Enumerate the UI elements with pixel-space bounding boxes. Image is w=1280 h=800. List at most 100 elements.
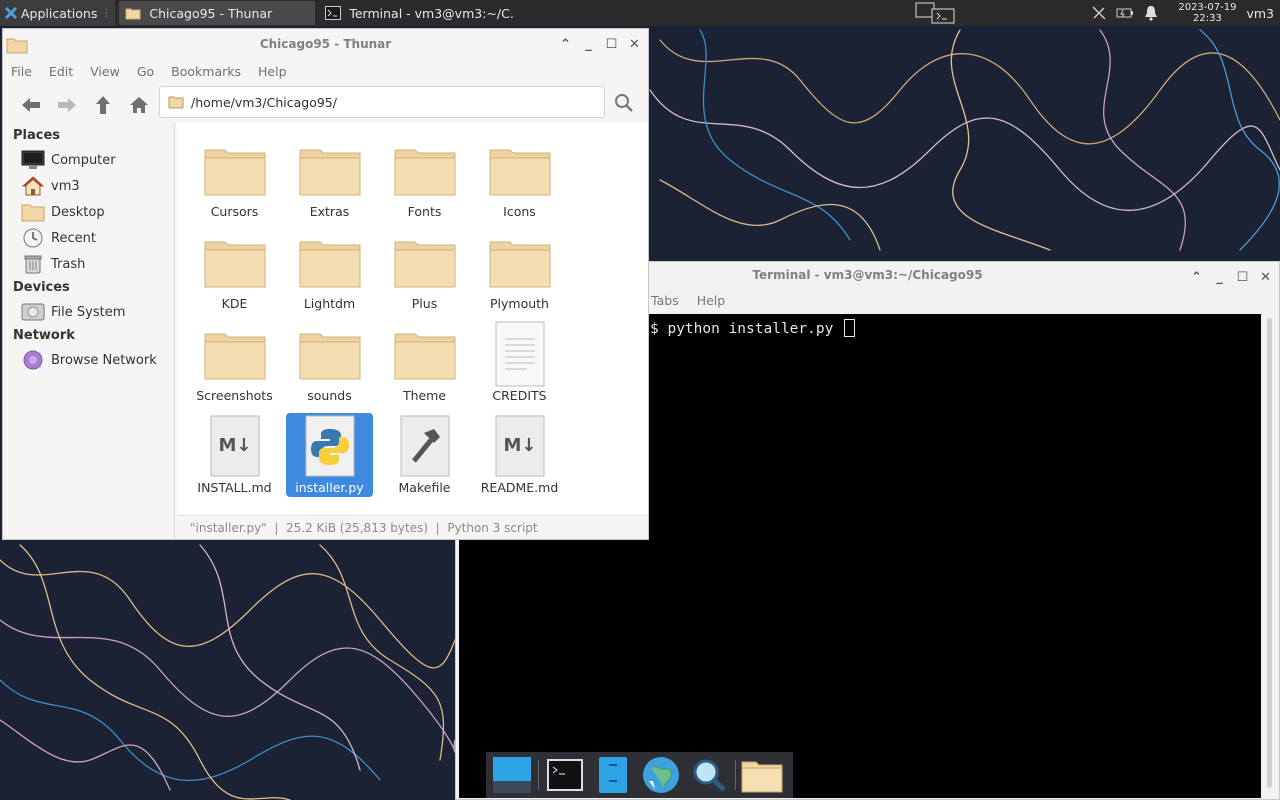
sidebar-item-desktop[interactable]: Desktop (3, 199, 174, 225)
sidebar-item-trash[interactable]: Trash (3, 251, 174, 277)
minimize-button[interactable]: _ (1208, 270, 1231, 285)
file-item[interactable]: M↓ README.md (472, 413, 567, 505)
forward-button[interactable] (49, 90, 85, 120)
sidebar-item-vm3[interactable]: vm3 (3, 173, 174, 199)
file-item[interactable]: Screenshots (187, 321, 282, 413)
applications-menu-button[interactable]: Applications ⋮ (0, 0, 116, 26)
home-folder-icon (22, 176, 44, 196)
markdown-icon: M↓ (495, 415, 544, 477)
terminal-scrollbar[interactable] (1262, 314, 1276, 798)
text-document-icon (495, 321, 544, 387)
dock-separator (735, 760, 736, 790)
close-button[interactable]: ✕ (1254, 270, 1277, 285)
arrow-left-icon (22, 98, 40, 112)
file-icon: M↓ (203, 415, 267, 477)
user-menu[interactable]: vm3 (1246, 6, 1274, 21)
sidebar-item-recent[interactable]: Recent (3, 225, 174, 251)
file-item[interactable]: Extras (282, 137, 377, 229)
folder-icon (394, 241, 455, 288)
panel-separator: ⋮ (101, 7, 112, 19)
dock-app-finder[interactable] (685, 753, 733, 797)
menu-bookmarks[interactable]: Bookmarks (171, 64, 241, 79)
file-view[interactable]: Cursors Extras Fonts Icons KDE Lightdm Plus Ply… (177, 123, 648, 515)
file-item[interactable]: Cursors (187, 137, 282, 229)
dock (486, 752, 793, 798)
drive-icon (21, 303, 45, 321)
dock-home-folder[interactable] (738, 753, 786, 797)
desktop-folder-icon (21, 204, 45, 222)
maximize-button[interactable]: ☐ (1231, 270, 1254, 285)
maximize-up-icon[interactable]: ⌃ (554, 37, 577, 52)
sidebar-item-label: Browse Network (51, 352, 157, 368)
task-label: Terminal - vm3@vm3:~/C... (349, 5, 516, 21)
network-disconnected-icon[interactable] (1090, 4, 1108, 22)
minimize-button[interactable]: _ (577, 37, 600, 52)
search-button[interactable] (610, 89, 638, 117)
menu-edit[interactable]: Edit (49, 64, 73, 79)
folder-icon (168, 96, 184, 109)
globe-icon (643, 757, 679, 793)
file-item[interactable]: Fonts (377, 137, 472, 229)
home-button[interactable] (121, 90, 157, 120)
maximize-button[interactable]: ☐ (600, 37, 623, 52)
file-icon (203, 323, 267, 385)
file-icon (203, 231, 267, 293)
sidebar-item-file-system[interactable]: File System (3, 299, 174, 325)
file-item[interactable]: Icons (472, 137, 567, 229)
dock-web-browser[interactable] (637, 753, 685, 797)
file-icon (393, 323, 457, 385)
file-icon (393, 415, 457, 477)
task-terminal[interactable]: Terminal - vm3@vm3:~/C... (319, 1, 515, 25)
clock-date: 2023-07-19 (1178, 2, 1237, 13)
maximize-up-icon[interactable]: ⌃ (1185, 270, 1208, 285)
file-item[interactable]: Lightdm (282, 229, 377, 321)
file-item[interactable]: Theme (377, 321, 472, 413)
file-grid: Cursors Extras Fonts Icons KDE Lightdm Plus Ply… (187, 137, 577, 505)
menu-tabs[interactable]: Tabs (651, 293, 679, 308)
folder-icon (204, 149, 265, 196)
thunar-titlebar[interactable]: Chicago95 - Thunar ⌃ _ ☐ ✕ (3, 29, 648, 59)
file-item[interactable]: Plus (377, 229, 472, 321)
folder-icon (299, 149, 360, 196)
svg-text:M↓: M↓ (218, 435, 251, 456)
file-item[interactable]: KDE (187, 229, 282, 321)
battery-icon[interactable] (1116, 4, 1134, 22)
file-item[interactable]: Makefile (377, 413, 472, 505)
notification-bell-icon[interactable] (1142, 4, 1160, 22)
file-name: Makefile (398, 480, 451, 495)
menu-help[interactable]: Help (258, 64, 287, 79)
sidebar-item-browse-network[interactable]: Browse Network (3, 347, 174, 373)
file-icon (488, 321, 552, 387)
prompt-line: $ python installer.py (650, 321, 843, 337)
computer-icon (21, 150, 45, 169)
folder-icon (6, 38, 28, 54)
back-button[interactable] (13, 90, 49, 120)
task-thunar[interactable]: Chicago95 - Thunar (119, 1, 316, 25)
clock[interactable]: 2023-07-19 22:33 (1178, 2, 1236, 24)
sidebar-item-label: Desktop (51, 204, 105, 220)
menu-go[interactable]: Go (137, 64, 154, 79)
up-button[interactable] (85, 90, 121, 120)
workspace-switcher-icon[interactable] (914, 1, 956, 25)
scrollbar-thumb[interactable] (1267, 318, 1272, 788)
terminal-icon (547, 759, 583, 791)
file-item[interactable]: Plymouth (472, 229, 567, 321)
close-button[interactable]: ✕ (623, 37, 646, 52)
file-name: README.md (480, 480, 559, 495)
file-name: Theme (402, 388, 447, 403)
menu-file[interactable]: File (11, 64, 32, 79)
file-item[interactable]: installer.py (286, 413, 373, 497)
file-item[interactable]: CREDITS (472, 321, 567, 413)
sidebar-item-computer[interactable]: Computer (3, 147, 174, 173)
file-name: Cursors (210, 204, 259, 219)
file-item[interactable]: sounds (282, 321, 377, 413)
file-item[interactable]: M↓ INSTALL.md (187, 413, 282, 505)
menu-help[interactable]: Help (697, 293, 726, 308)
dock-file-manager[interactable] (589, 753, 637, 797)
location-bar[interactable]: /home/vm3/Chicago95/ (159, 86, 605, 118)
dock-separator (538, 760, 539, 790)
xfce-logo-icon (4, 6, 18, 20)
menu-view[interactable]: View (90, 64, 120, 79)
dock-terminal[interactable] (541, 753, 589, 797)
dock-show-desktop[interactable] (488, 753, 536, 797)
